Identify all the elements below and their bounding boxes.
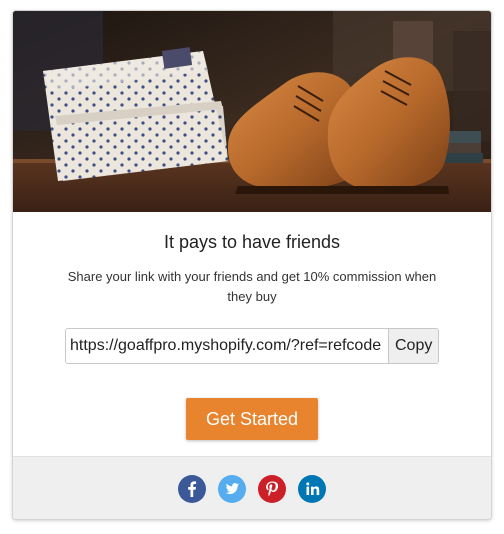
card-content: It pays to have friends Share your link … bbox=[13, 212, 491, 456]
card-subtitle: Share your link with your friends and ge… bbox=[67, 269, 437, 304]
facebook-icon bbox=[188, 480, 197, 497]
referral-link-group: Copy bbox=[65, 328, 439, 364]
referral-link-input[interactable] bbox=[66, 329, 388, 363]
copy-button[interactable]: Copy bbox=[388, 329, 438, 363]
linkedin-icon bbox=[306, 481, 320, 495]
twitter-icon bbox=[225, 482, 239, 494]
share-linkedin-button[interactable] bbox=[298, 474, 326, 503]
hero-photo bbox=[13, 11, 491, 212]
get-started-button[interactable]: Get Started bbox=[186, 398, 318, 440]
share-facebook-button[interactable] bbox=[178, 474, 206, 503]
share-pinterest-button[interactable] bbox=[258, 474, 286, 503]
share-twitter-button[interactable] bbox=[218, 474, 246, 503]
hero-image bbox=[13, 11, 491, 212]
referral-card: It pays to have friends Share your link … bbox=[12, 10, 492, 520]
card-title: It pays to have friends bbox=[163, 232, 341, 252]
pinterest-icon bbox=[266, 481, 279, 496]
social-share-bar bbox=[13, 456, 491, 519]
